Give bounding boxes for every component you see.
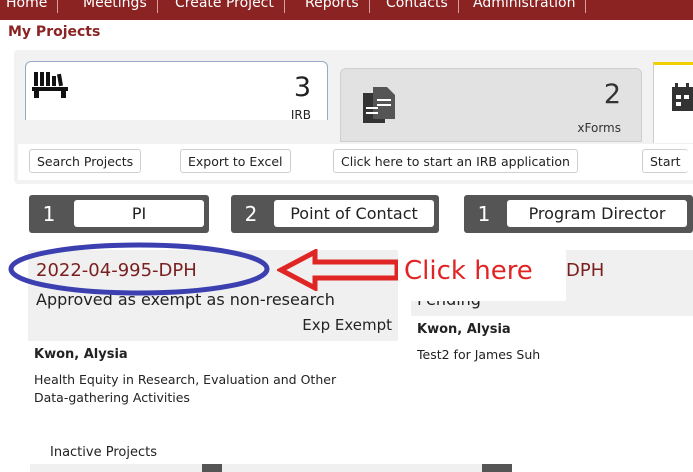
nav-administration[interactable]: Administration [463, 0, 587, 13]
role-label: Point of Contact [274, 200, 434, 227]
project-pi: Kwon, Alysia [34, 347, 128, 362]
click-here-callout: Click here [398, 243, 566, 301]
top-nav-bar: Home Meetings Create Project Reports Con… [0, 0, 693, 20]
inactive-project-card[interactable] [30, 464, 232, 472]
books-icon [32, 72, 68, 98]
project-pi: Kwon, Alysia [417, 322, 511, 337]
irb-count-card[interactable]: 3 IRB [25, 61, 328, 122]
nav-meetings[interactable]: Meetings [73, 0, 158, 13]
xforms-count: 2 [603, 79, 621, 110]
role-filter-point-of-contact[interactable]: 2 Point of Contact [231, 195, 439, 233]
role-count: 1 [477, 202, 491, 226]
highlight-oval [8, 242, 270, 296]
irb-label: IRB [290, 108, 311, 122]
role-count: 2 [244, 202, 258, 226]
click-here-text: Click here [404, 256, 533, 286]
project-review-type: Exp Exempt [302, 316, 392, 334]
role-count: 1 [42, 202, 56, 226]
start-irb-application-button[interactable]: Click here to start an IRB application [333, 149, 578, 173]
nav-contacts[interactable]: Contacts [376, 0, 459, 13]
project-id-link[interactable]: DPH [566, 260, 604, 281]
role-filter-program-director[interactable]: 1 Program Director [464, 195, 693, 233]
role-filter-pi[interactable]: 1 PI [29, 195, 209, 233]
project-details: Kwon, Alysia Health Equity in Research, … [28, 341, 398, 420]
start-other-button[interactable]: Start [642, 149, 688, 173]
search-projects-button[interactable]: Search Projects [29, 149, 142, 173]
project-description: Test2 for James Suh [417, 347, 541, 362]
project-description: Health Equity in Research, Evaluation an… [34, 372, 337, 405]
documents-icon [363, 87, 395, 123]
calendar-card[interactable] [653, 62, 693, 143]
inactive-projects-label: Inactive Projects [50, 445, 157, 460]
export-excel-button[interactable]: Export to Excel [180, 149, 291, 173]
irb-count: 3 [293, 72, 311, 103]
xforms-label: xForms [577, 121, 621, 135]
left-arrow-icon [277, 249, 400, 291]
role-label: Program Director [507, 200, 687, 227]
nav-create-project[interactable]: Create Project [165, 0, 285, 13]
page-title: My Projects [8, 24, 101, 40]
nav-reports[interactable]: Reports [295, 0, 370, 13]
xforms-count-card[interactable]: 2 xForms [340, 68, 642, 142]
calendar-icon [672, 83, 693, 111]
nav-home[interactable]: Home [0, 0, 59, 13]
role-label: PI [74, 200, 204, 227]
inactive-project-card[interactable] [222, 464, 512, 472]
project-details: Kwon, Alysia Test2 for James Suh [411, 316, 693, 420]
